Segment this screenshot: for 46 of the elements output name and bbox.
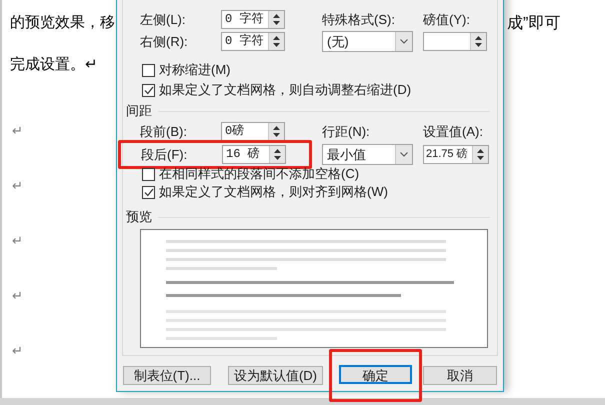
spin-field[interactable]: 0 字符 <box>221 10 285 28</box>
spin-field[interactable]: 0 字符 <box>221 32 285 50</box>
checkbox-label: 在相同样式的段落间不添加空格(C) <box>159 165 360 184</box>
field-label: 特殊格式(S): <box>322 10 396 28</box>
spinner-icon[interactable] <box>268 32 284 50</box>
checkbox[interactable] <box>142 168 155 180</box>
spin-field[interactable]: 21.75 磅 <box>423 144 489 164</box>
dropdown[interactable]: (无) <box>322 30 413 52</box>
dialog-button[interactable]: 取消 <box>423 366 497 385</box>
field-label: 段前(B): <box>140 122 188 140</box>
chevron-down-icon[interactable] <box>395 32 412 50</box>
field-label: 右侧(R): <box>140 32 189 50</box>
dropdown[interactable]: 最小值 <box>322 144 413 164</box>
spinner-icon[interactable] <box>268 10 284 28</box>
document-text: ↵ <box>12 122 23 140</box>
section-title: 预览 <box>126 208 152 226</box>
dialog-button[interactable]: 设为默认值(D) <box>228 366 323 385</box>
spin-field[interactable]: 0磅 <box>221 122 285 140</box>
dialog-button[interactable]: 确定 <box>339 365 412 384</box>
spinner-icon[interactable] <box>268 122 284 140</box>
checkbox[interactable] <box>142 186 155 198</box>
document-text: 成”即可 <box>507 14 560 34</box>
field-label: 设置值(A): <box>423 122 484 140</box>
chevron-down-icon[interactable] <box>395 144 412 164</box>
checkbox-label: 如果定义了文档网格，则自动调整右缩进(D) <box>159 81 412 100</box>
checkbox-label: 如果定义了文档网格，则对齐到网格(W) <box>159 183 388 202</box>
field-label: 行距(N): <box>322 122 371 140</box>
document-text: 的预览效果，移 <box>10 13 115 33</box>
checkbox[interactable] <box>142 64 155 76</box>
spinner-icon[interactable] <box>269 146 285 162</box>
spin-field[interactable]: 16 磅 <box>222 144 286 164</box>
document-text: ↵ <box>12 232 23 250</box>
document-text: ↵ <box>12 287 23 305</box>
spin-field[interactable] <box>423 32 487 50</box>
spinner-icon[interactable] <box>472 146 488 162</box>
checkbox-label: 对称缩进(M) <box>159 61 230 80</box>
dialog-button[interactable]: 制表位(T)... <box>123 366 211 385</box>
field-label: 左侧(L): <box>140 10 186 28</box>
document-text: 完成设置。↵ <box>10 55 98 75</box>
field-label: 段后(F): <box>141 146 188 164</box>
section-title: 间距 <box>126 102 152 120</box>
document-text: ↵ <box>12 342 23 360</box>
checkbox[interactable] <box>142 84 155 96</box>
document-text: ↵ <box>12 177 23 195</box>
spinner-icon[interactable] <box>470 32 486 50</box>
field-label: 磅值(Y): <box>423 10 471 28</box>
